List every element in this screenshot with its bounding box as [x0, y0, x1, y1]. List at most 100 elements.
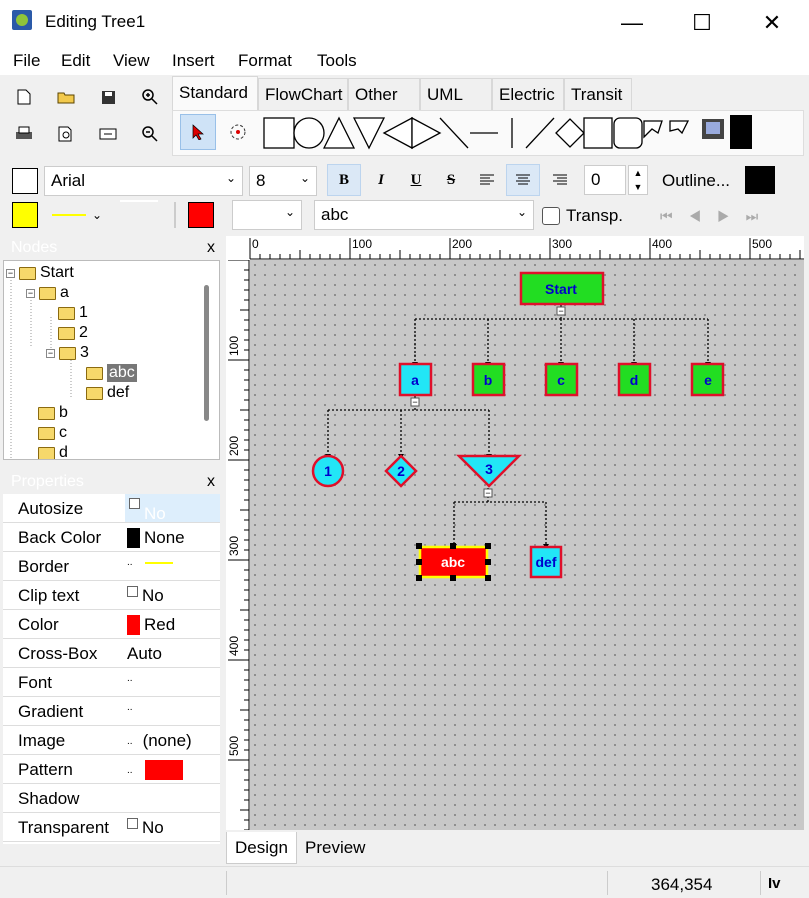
align-left-button[interactable]	[470, 164, 504, 196]
rotate-tool-icon[interactable]	[226, 120, 250, 144]
save-icon[interactable]	[92, 81, 124, 113]
prop-row-shadow[interactable]: Shadow	[3, 784, 220, 813]
menu-format[interactable]: Format	[238, 51, 292, 71]
prop-row-font[interactable]: Font..	[3, 668, 220, 697]
nodes-tree[interactable]: − Start − a 1 2 −3 abc def b c d	[3, 260, 220, 460]
tab-transit[interactable]: Transit	[564, 78, 632, 112]
node-e[interactable]: e	[690, 362, 725, 397]
transparent-checkbox[interactable]	[542, 207, 560, 225]
zoom-in-icon[interactable]	[134, 81, 166, 113]
prop-value[interactable]: ..	[127, 673, 137, 684]
nav-arrows[interactable]: ⏮◀▶⏭	[660, 208, 774, 225]
prop-row-back-color[interactable]: Back Color None	[3, 523, 220, 552]
tree-scrollbar[interactable]	[204, 285, 209, 421]
tab-preview[interactable]: Preview	[297, 832, 373, 864]
align-center-button[interactable]	[506, 164, 540, 196]
pointer-tool-icon[interactable]	[180, 114, 216, 150]
prop-row-pattern[interactable]: Pattern..	[3, 755, 220, 784]
node-2[interactable]: 2	[384, 454, 418, 488]
bold-button[interactable]: B	[327, 164, 361, 196]
outline-width-input[interactable]: 0	[584, 165, 626, 195]
export-icon[interactable]	[92, 118, 124, 150]
prop-row-cross-box[interactable]: Cross-Box Auto	[3, 639, 220, 668]
node-a[interactable]: a	[398, 362, 433, 397]
prop-value[interactable]: ..	[127, 760, 187, 780]
prop-row-border[interactable]: Border..	[3, 552, 220, 581]
nodes-panel-close[interactable]: x	[207, 239, 215, 257]
tree-item-b[interactable]: b	[38, 403, 68, 423]
node-c[interactable]: c	[544, 362, 579, 397]
ellipsis-icon[interactable]: ..	[127, 765, 133, 776]
ellipsis-icon[interactable]: ..	[127, 702, 133, 713]
node-b[interactable]: b	[471, 362, 506, 397]
node-text-input[interactable]: abc ⌄	[314, 200, 534, 230]
font-name-select[interactable]: Arial ⌄	[44, 166, 243, 196]
prop-value[interactable]: .. (none)	[127, 731, 192, 751]
ellipsis-icon[interactable]: ..	[127, 736, 133, 747]
prop-value[interactable]: None	[127, 528, 185, 548]
node-d[interactable]: d	[617, 362, 652, 397]
prop-row-image[interactable]: Image.. (none)	[3, 726, 220, 755]
print-preview-icon[interactable]	[50, 118, 82, 150]
tree-item-def[interactable]: def	[86, 383, 129, 403]
open-folder-icon[interactable]	[50, 81, 82, 113]
prop-value[interactable]: No	[125, 494, 220, 523]
prop-row-gradient[interactable]: Gradient..	[3, 697, 220, 726]
strikeout-button[interactable]: S	[434, 164, 468, 196]
tree-item-start[interactable]: − Start	[6, 263, 74, 283]
menu-edit[interactable]: Edit	[61, 51, 90, 71]
tree-item-abc[interactable]: abc	[86, 363, 137, 383]
menu-file[interactable]: File	[13, 51, 40, 71]
menu-view[interactable]: View	[113, 51, 150, 71]
outline-spinner[interactable]: ▲ ▼	[628, 165, 648, 195]
node-3[interactable]: 3	[455, 454, 523, 488]
italic-button[interactable]: I	[364, 164, 398, 196]
collapse-icon[interactable]: −	[26, 288, 35, 298]
tree-item-a[interactable]: − a	[26, 283, 69, 303]
font-size-select[interactable]: 8 ⌄	[249, 166, 317, 196]
collapse-start[interactable]: −	[556, 306, 566, 316]
tab-flowchart[interactable]: FlowChart	[258, 78, 348, 112]
menu-insert[interactable]: Insert	[172, 51, 215, 71]
prop-row-transparent[interactable]: Transparent No	[3, 813, 220, 842]
menu-tools[interactable]: Tools	[317, 51, 357, 71]
tree-item-2[interactable]: 2	[58, 323, 88, 343]
shape-palette[interactable]	[262, 113, 752, 153]
print-icon[interactable]	[8, 118, 40, 150]
prop-value[interactable]: Red	[127, 615, 175, 635]
prop-row-color[interactable]: Color Red	[3, 610, 220, 639]
collapse-3[interactable]: −	[483, 488, 493, 498]
tree-item-c[interactable]: c	[38, 423, 67, 443]
node-1[interactable]: 1	[311, 454, 345, 488]
prop-value[interactable]: ..	[127, 557, 177, 568]
ellipsis-icon[interactable]: ..	[127, 557, 133, 568]
checkbox-icon[interactable]	[129, 498, 140, 509]
node-start[interactable]: Start	[519, 271, 605, 306]
node-abc[interactable]: abc	[418, 545, 489, 579]
prop-value[interactable]: ..	[127, 702, 137, 713]
border-style-select[interactable]: ⌄	[46, 202, 112, 228]
border-width-line[interactable]	[120, 200, 158, 202]
node-def[interactable]: def	[529, 545, 563, 579]
tab-design[interactable]: Design	[226, 832, 297, 864]
checkbox-icon[interactable]	[127, 586, 138, 597]
back-color-swatch[interactable]	[12, 202, 38, 228]
outline-label[interactable]: Outline...	[662, 171, 730, 191]
gradient-select[interactable]: ⌄	[232, 200, 302, 230]
properties-panel-close[interactable]: x	[207, 473, 215, 491]
close-button[interactable]: ✕	[752, 8, 792, 38]
align-right-button[interactable]	[543, 164, 577, 196]
collapse-icon[interactable]: −	[6, 268, 15, 278]
prop-value[interactable]: Auto	[127, 644, 162, 664]
minimize-button[interactable]: —	[612, 8, 652, 38]
underline-button[interactable]: U	[399, 164, 433, 196]
maximize-button[interactable]: ☐	[682, 8, 722, 38]
prop-row-clip-text[interactable]: Clip text No	[3, 581, 220, 610]
tree-item-3[interactable]: −3	[46, 343, 89, 363]
prop-value[interactable]: No	[127, 586, 164, 606]
prop-value[interactable]: No	[127, 818, 164, 838]
tab-standard[interactable]: Standard	[172, 76, 258, 112]
tab-other[interactable]: Other	[348, 78, 420, 112]
prop-row-autosize[interactable]: Autosize No	[3, 494, 220, 523]
zoom-out-icon[interactable]	[134, 118, 166, 150]
